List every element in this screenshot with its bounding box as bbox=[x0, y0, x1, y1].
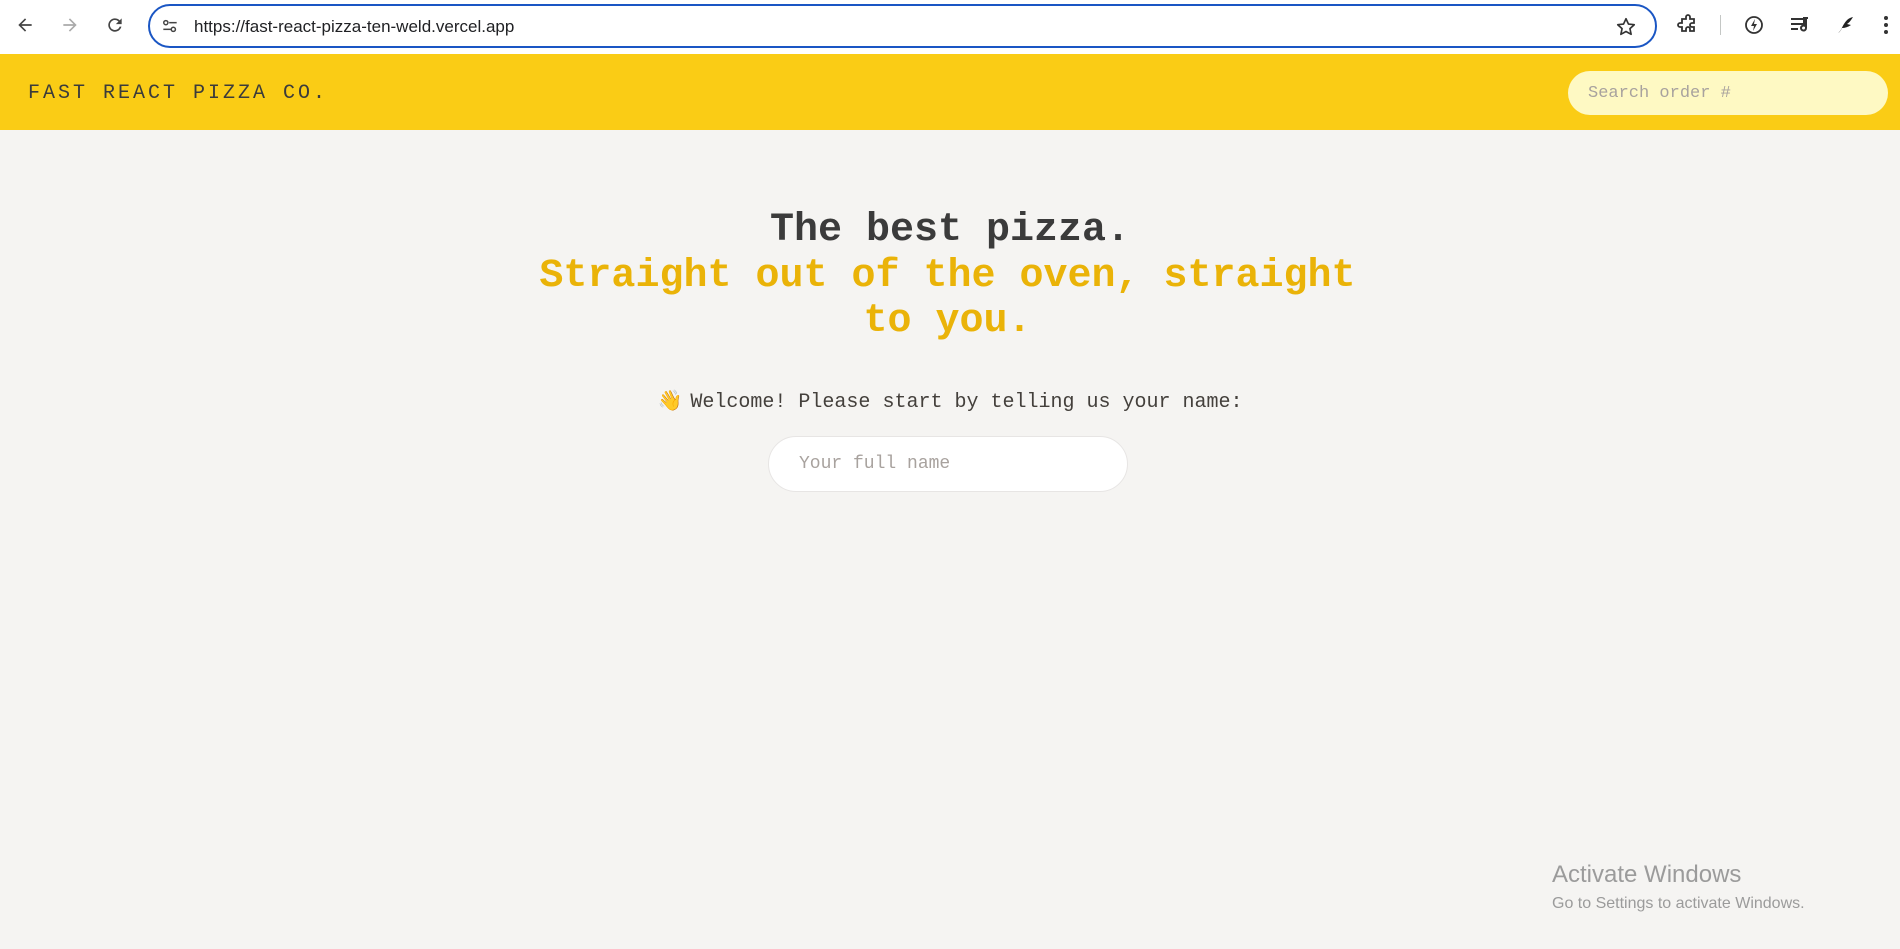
toolbar-divider bbox=[1720, 15, 1721, 35]
page-headline: The best pizza. bbox=[769, 208, 1131, 253]
main-content: The best pizza. Straight out of the oven… bbox=[0, 130, 1900, 949]
windows-activation-watermark: Activate Windows Go to Settings to activ… bbox=[1552, 860, 1805, 916]
page-tagline: Straight out of the oven, straight to yo… bbox=[539, 254, 1356, 344]
browser-toolbar: https://fast-react-pizza-ten-weld.vercel… bbox=[0, 0, 1900, 54]
waving-hand-icon: 👋 bbox=[657, 391, 683, 414]
back-arrow-icon[interactable] bbox=[10, 10, 40, 40]
welcome-text: Welcome! Please start by telling us your… bbox=[690, 391, 1243, 414]
media-control-icon[interactable] bbox=[1788, 13, 1812, 37]
extensions-puzzle-icon[interactable] bbox=[1676, 13, 1700, 37]
logo-link[interactable]: FAST REACT PIZZA CO. bbox=[28, 82, 328, 105]
url-text[interactable]: https://fast-react-pizza-ten-weld.vercel… bbox=[194, 17, 514, 37]
watermark-subtitle: Go to Settings to activate Windows. bbox=[1552, 895, 1805, 912]
address-bar[interactable]: https://fast-react-pizza-ten-weld.vercel… bbox=[148, 4, 1657, 48]
reload-icon[interactable] bbox=[100, 10, 130, 40]
site-settings-icon[interactable] bbox=[160, 16, 180, 36]
watermark-title: Activate Windows bbox=[1552, 861, 1742, 888]
full-name-input[interactable] bbox=[768, 436, 1128, 492]
app-header: FAST REACT PIZZA CO. bbox=[0, 54, 1900, 130]
performance-icon[interactable] bbox=[1742, 13, 1766, 37]
bookmark-star-icon[interactable] bbox=[1615, 16, 1637, 38]
browser-menu-icon[interactable] bbox=[1878, 13, 1894, 37]
welcome-message: 👋 Welcome! Please start by telling us you… bbox=[0, 388, 1900, 414]
search-order-input[interactable] bbox=[1568, 71, 1888, 115]
forward-arrow-icon[interactable] bbox=[55, 10, 85, 40]
profile-avatar-icon[interactable] bbox=[1834, 13, 1858, 37]
